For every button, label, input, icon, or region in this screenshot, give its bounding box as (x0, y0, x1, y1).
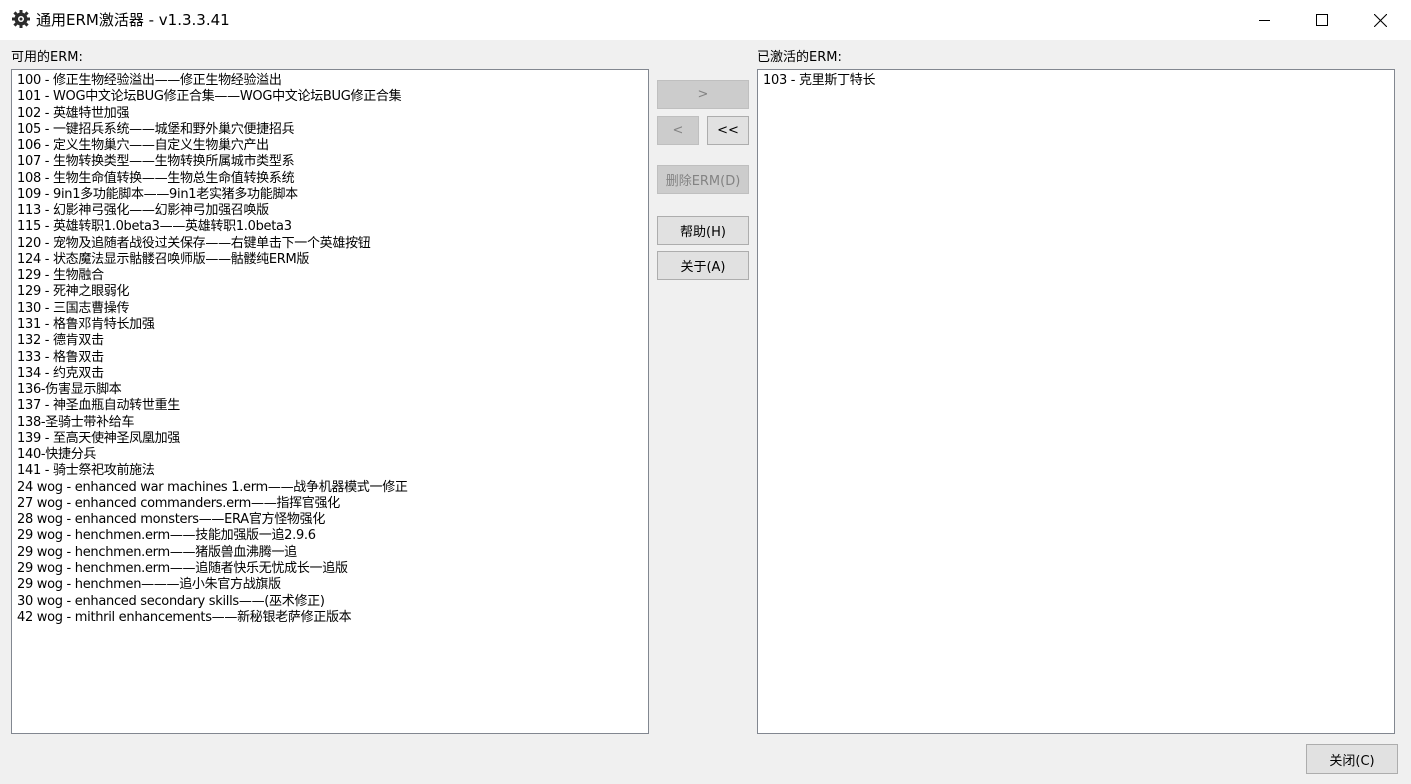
available-erm-items: 100 - 修正生物经验溢出——修正生物经验溢出 101 - WOG中文论坛BUG… (12, 70, 648, 626)
list-item[interactable]: 137 - 神圣血瓶自动转世重生 (17, 398, 648, 414)
list-item[interactable]: 139 - 至高天使神圣凤凰加强 (17, 431, 648, 447)
close-window-button[interactable] (1351, 0, 1409, 40)
list-item[interactable]: 100 - 修正生物经验溢出——修正生物经验溢出 (17, 73, 648, 89)
list-item[interactable]: 29 wog - henchmen.erm——猪版兽血沸腾一追 (17, 545, 648, 561)
active-erm-list[interactable]: 103 - 克里斯丁特长 (757, 69, 1395, 734)
list-item[interactable]: 113 - 幻影神弓强化——幻影神弓加强召唤版 (17, 203, 648, 219)
list-item[interactable]: 140-快捷分兵 (17, 447, 648, 463)
list-item[interactable]: 136-伤害显示脚本 (17, 382, 648, 398)
list-item[interactable]: 141 - 骑士祭祀攻前施法 (17, 463, 648, 479)
list-item[interactable]: 133 - 格鲁双击 (17, 350, 648, 366)
about-button[interactable]: 关于(A) (657, 251, 749, 280)
list-item[interactable]: 129 - 生物融合 (17, 268, 648, 284)
close-icon (1373, 13, 1387, 27)
list-item[interactable]: 102 - 英雄特世加强 (17, 106, 648, 122)
minimize-button[interactable] (1235, 0, 1293, 40)
available-erm-list[interactable]: 100 - 修正生物经验溢出——修正生物经验溢出 101 - WOG中文论坛BUG… (11, 69, 649, 734)
delete-erm-button[interactable]: 删除ERM(D) (657, 165, 749, 194)
list-item[interactable]: 42 wog - mithril enhancements——新秘银老萨修正版本 (17, 610, 648, 626)
maximize-button[interactable] (1293, 0, 1351, 40)
list-item[interactable]: 134 - 约克双击 (17, 366, 648, 382)
list-item[interactable]: 105 - 一键招兵系统——城堡和野外巢穴便捷招兵 (17, 122, 648, 138)
maximize-icon (1316, 14, 1328, 26)
list-item[interactable]: 24 wog - enhanced war machines 1.erm——战争… (17, 480, 648, 496)
list-item[interactable]: 27 wog - enhanced commanders.erm——指挥官强化 (17, 496, 648, 512)
remove-erm-button[interactable]: < (657, 116, 699, 145)
active-erm-items: 103 - 克里斯丁特长 (758, 70, 1394, 89)
list-item[interactable]: 130 - 三国志曹操传 (17, 301, 648, 317)
minimize-icon (1258, 19, 1270, 21)
list-item[interactable]: 28 wog - enhanced monsters——ERA官方怪物强化 (17, 512, 648, 528)
title-bar: 通用ERM激活器 - v1.3.3.41 (0, 0, 1411, 40)
list-item[interactable]: 29 wog - henchmen.erm——追随者快乐无忧成长一追版 (17, 561, 648, 577)
list-item[interactable]: 138-圣骑士带补给车 (17, 415, 648, 431)
list-item[interactable]: 108 - 生物生命值转换——生物总生命值转换系统 (17, 171, 648, 187)
list-item[interactable]: 103 - 克里斯丁特长 (763, 73, 1394, 89)
remove-all-erm-button[interactable]: << (707, 116, 749, 145)
available-erm-label: 可用的ERM: (11, 50, 83, 65)
add-erm-button[interactable]: > (657, 80, 749, 109)
active-erm-label: 已激活的ERM: (757, 50, 842, 65)
help-button[interactable]: 帮助(H) (657, 216, 749, 245)
list-item[interactable]: 131 - 格鲁邓肯特长加强 (17, 317, 648, 333)
gear-icon (11, 9, 31, 29)
list-item[interactable]: 106 - 定义生物巢穴——自定义生物巢穴产出 (17, 138, 648, 154)
close-app-button[interactable]: 关闭(C) (1306, 744, 1398, 774)
list-item[interactable]: 101 - WOG中文论坛BUG修正合集——WOG中文论坛BUG修正合集 (17, 89, 648, 105)
list-item[interactable]: 120 - 宠物及追随者战役过关保存——右键单击下一个英雄按钮 (17, 236, 648, 252)
app-window: 通用ERM激活器 - v1.3.3.41 可用的ERM: 已激活的ERM: 10… (0, 0, 1411, 784)
list-item[interactable]: 115 - 英雄转职1.0beta3——英雄转职1.0beta3 (17, 219, 648, 235)
list-item[interactable]: 132 - 德肯双击 (17, 333, 648, 349)
list-item[interactable]: 29 wog - henchmen.erm——技能加强版一追2.9.6 (17, 528, 648, 544)
list-item[interactable]: 124 - 状态魔法显示骷髅召唤师版——骷髅纯ERM版 (17, 252, 648, 268)
window-title: 通用ERM激活器 - v1.3.3.41 (36, 11, 230, 29)
list-item[interactable]: 30 wog - enhanced secondary skills——(巫术修… (17, 594, 648, 610)
list-item[interactable]: 129 - 死神之眼弱化 (17, 284, 648, 300)
list-item[interactable]: 29 wog - henchmen———追小朱官方战旗版 (17, 577, 648, 593)
list-item[interactable]: 107 - 生物转换类型——生物转换所属城市类型系 (17, 154, 648, 170)
list-item[interactable]: 109 - 9in1多功能脚本——9in1老实猪多功能脚本 (17, 187, 648, 203)
